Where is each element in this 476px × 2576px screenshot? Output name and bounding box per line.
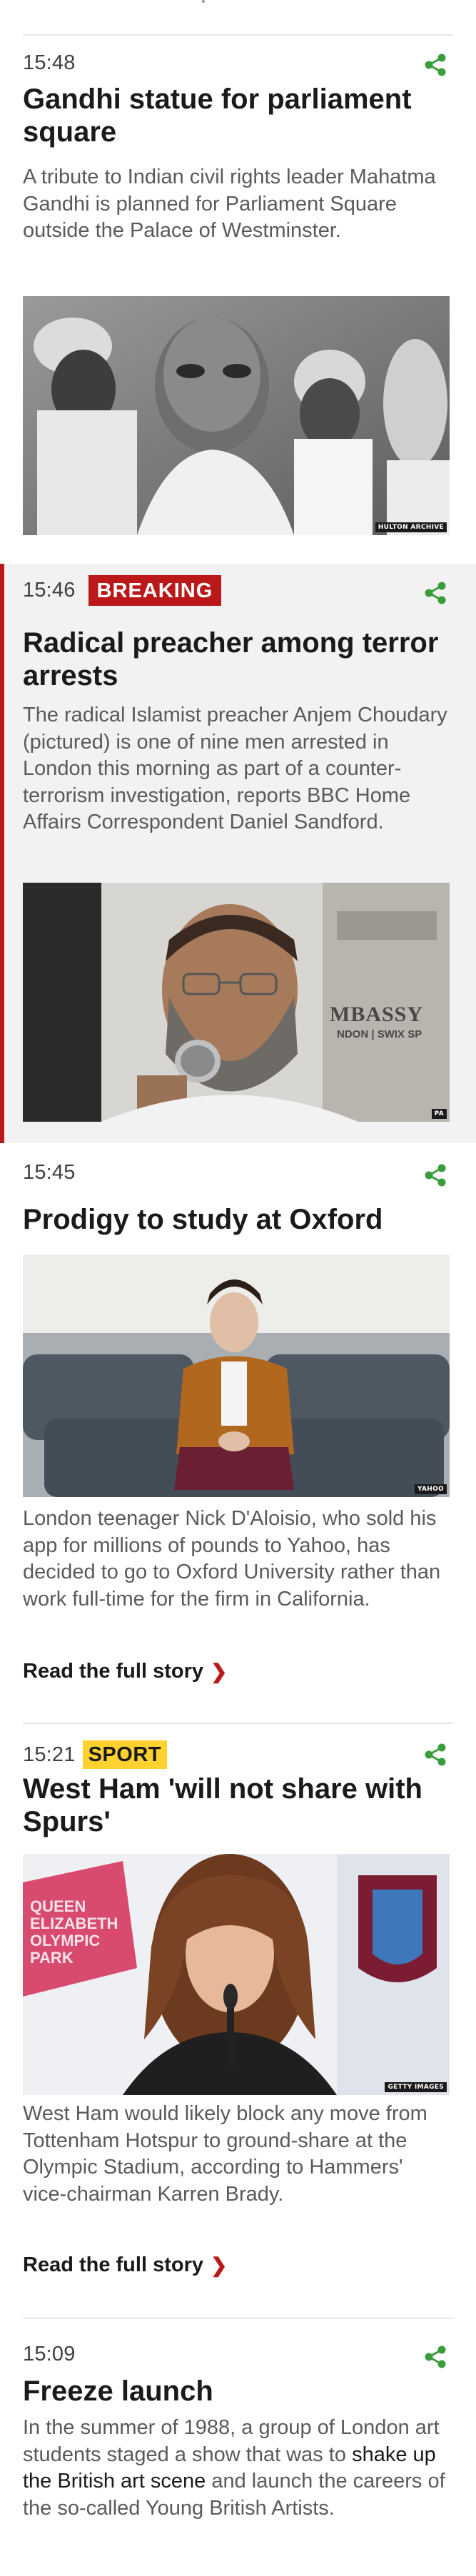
post-time: 15:45	[23, 1160, 76, 1184]
post-headline[interactable]: Freeze launch	[23, 2375, 451, 2408]
post-summary: A tribute to Indian civil rights leader …	[23, 166, 436, 242]
previous-post-edge	[202, 0, 205, 3]
post-meta: 15:46 BREAKING	[23, 574, 222, 606]
read-full-story-label: Read the full story	[23, 2253, 203, 2276]
post-time: 15:21	[23, 1743, 76, 1766]
post-headline[interactable]: Radical preacher among terror arrests	[23, 627, 451, 692]
image-credit: YAHOO	[415, 1484, 447, 1494]
image-text-2: NDON | SWIX SP	[337, 1028, 422, 1040]
image-credit: GETTY IMAGES	[385, 2082, 447, 2092]
post-summary: London teenager Nick D'Aloisio, who sold…	[23, 1507, 441, 1611]
post-image: MBASSY NDON | SWIX SP PA	[23, 883, 450, 1122]
post-summary: In the summer of 1988, a group of London…	[23, 2415, 451, 2522]
read-full-story-label: Read the full story	[23, 1660, 203, 1683]
image-credit: HULTON ARCHIVE	[375, 522, 447, 532]
post-gandhi-statue: 15:48 Gandhi statue for parliament squar…	[0, 36, 476, 557]
post-image: QUEEN ELIZABETH OLYMPIC PARK GETTY IMAGE…	[23, 1854, 450, 2095]
chevron-right-icon: ❯	[211, 2254, 228, 2276]
post-meta: 15:45	[23, 1157, 76, 1187]
post-meta: 15:48	[23, 48, 76, 78]
post-time: 15:46	[23, 578, 76, 602]
divider	[23, 1723, 453, 1724]
post-meta: 15:21 SPORT	[23, 1740, 167, 1770]
image-text: MBASSY	[330, 1003, 424, 1026]
read-full-story-link[interactable]: Read the full story ❯	[23, 2253, 227, 2277]
post-summary: West Ham would likely block any move fro…	[23, 2102, 427, 2206]
chevron-right-icon: ❯	[211, 1660, 228, 1683]
post-summary: The radical Islamist preacher Anjem Chou…	[23, 704, 447, 833]
post-image: HULTON ARCHIVE	[23, 296, 450, 535]
image-text: QUEEN ELIZABETH OLYMPIC PARK	[30, 1897, 118, 1967]
post-time: 15:48	[23, 51, 76, 74]
image-credit: PA	[431, 1109, 447, 1119]
post-prodigy-oxford: 15:45 Prodigy to study at Oxford YAHOO L…	[0, 1143, 476, 1727]
post-image: YAHOO	[23, 1254, 450, 1497]
post-headline[interactable]: Gandhi statue for parliament square	[23, 83, 451, 148]
breaking-badge: BREAKING	[88, 574, 222, 606]
share-icon[interactable]	[423, 1163, 447, 1187]
post-headline[interactable]: Prodigy to study at Oxford	[23, 1203, 451, 1236]
post-meta: 15:09	[23, 2339, 76, 2369]
post-radical-preacher: 15:46 BREAKING Radical preacher among te…	[0, 564, 476, 1143]
sport-badge: SPORT	[82, 1740, 167, 1769]
post-west-ham: 15:21 SPORT West Ham 'will not share wit…	[0, 1727, 476, 2326]
post-freeze-launch: 15:09 Freeze launch In the summer of 198…	[0, 2326, 476, 2576]
share-icon[interactable]	[423, 1743, 447, 1767]
divider	[23, 2318, 453, 2319]
share-icon[interactable]	[423, 53, 447, 77]
read-full-story-link[interactable]: Read the full story ❯	[23, 1660, 227, 1683]
share-icon[interactable]	[423, 581, 447, 605]
post-headline[interactable]: West Ham 'will not share with Spurs'	[23, 1773, 451, 1838]
post-time: 15:09	[23, 2342, 76, 2365]
share-icon[interactable]	[423, 2345, 447, 2369]
